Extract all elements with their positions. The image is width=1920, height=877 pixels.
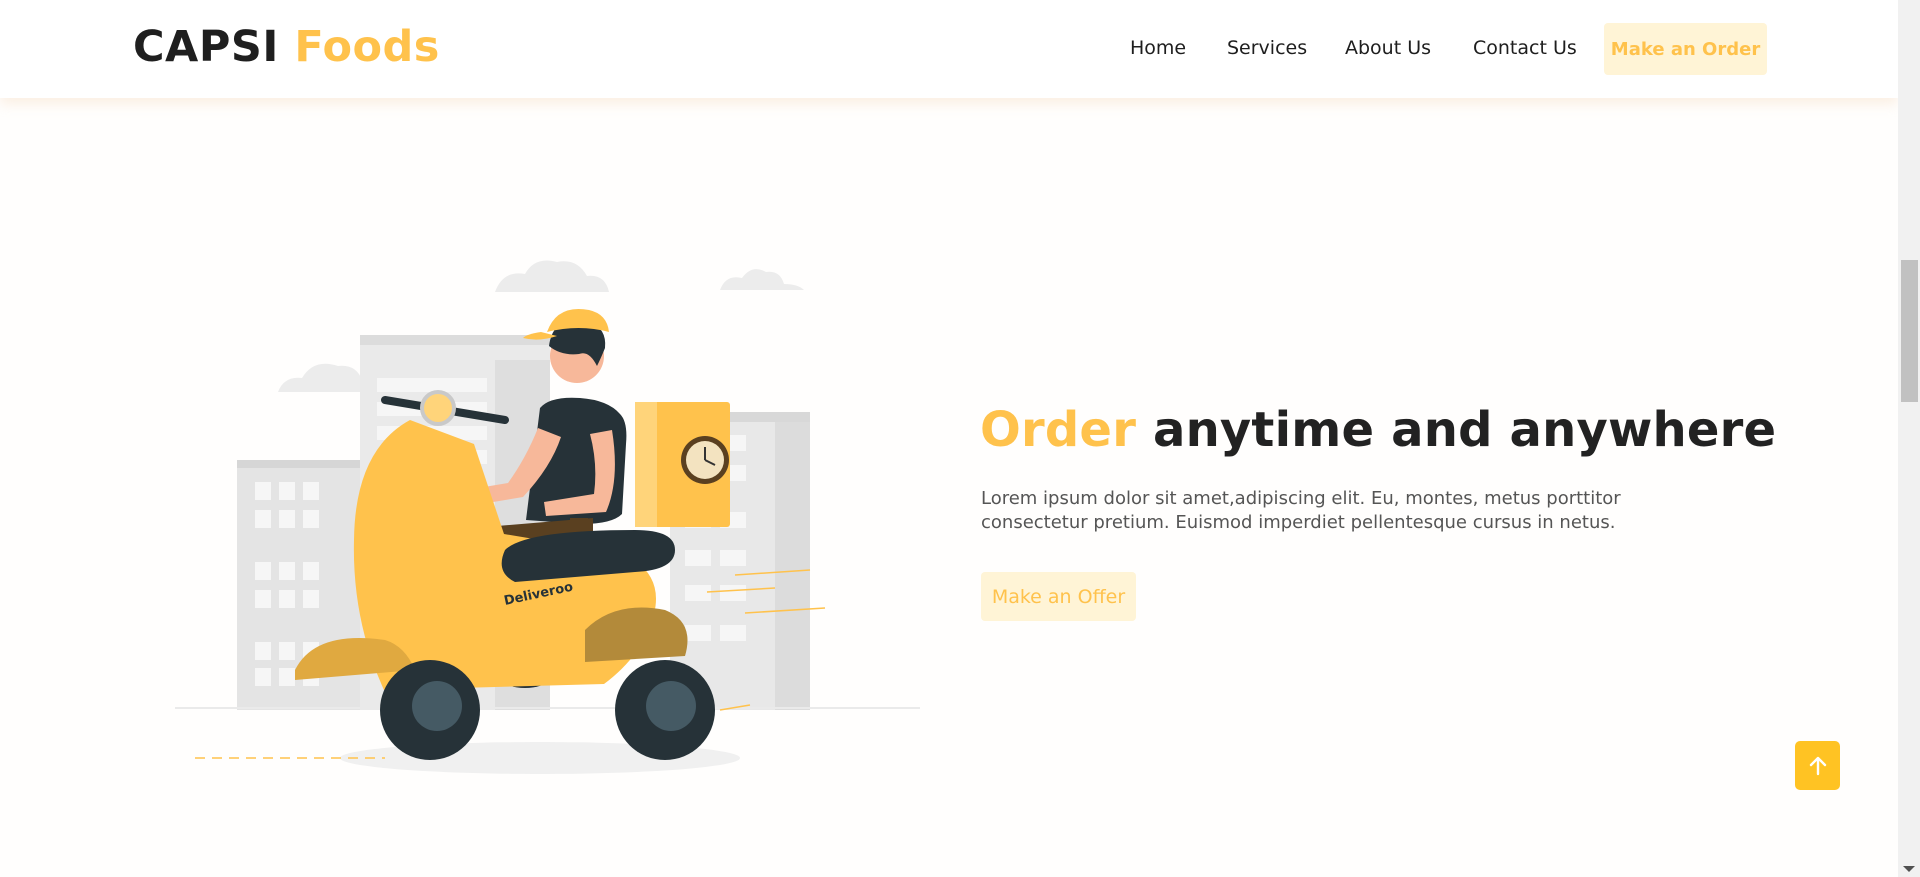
- make-offer-button[interactable]: Make an Offer: [981, 572, 1136, 621]
- nav-contact-link[interactable]: Contact Us: [1473, 37, 1577, 59]
- back-to-top-button[interactable]: [1795, 741, 1840, 790]
- scrollbar-thumb[interactable]: [1901, 260, 1918, 402]
- hero-headline: Order anytime and anywhere: [980, 402, 1776, 458]
- brand-logo[interactable]: CAPSI Foods: [133, 22, 440, 72]
- nav-about-link[interactable]: About Us: [1345, 37, 1431, 59]
- headline-rest: anytime and anywhere: [1136, 402, 1777, 458]
- site-header: CAPSI Foods Home Services About Us Conta…: [0, 0, 1898, 98]
- logo-primary: CAPSI: [133, 22, 279, 72]
- logo-accent: Foods: [294, 22, 440, 72]
- make-order-button[interactable]: Make an Order: [1604, 23, 1767, 75]
- headline-accent: Order: [980, 402, 1137, 458]
- delivery-scooter-illustration: Deliveroo: [175, 260, 920, 774]
- nav-services-link[interactable]: Services: [1227, 37, 1307, 59]
- scroll-down-arrow-icon[interactable]: [1903, 866, 1915, 872]
- hero-description: Lorem ipsum dolor sit amet,adipiscing el…: [981, 488, 1621, 533]
- scrollbar-track[interactable]: [1898, 0, 1920, 877]
- nav-home-link[interactable]: Home: [1130, 37, 1186, 59]
- arrow-up-icon: [1809, 756, 1826, 775]
